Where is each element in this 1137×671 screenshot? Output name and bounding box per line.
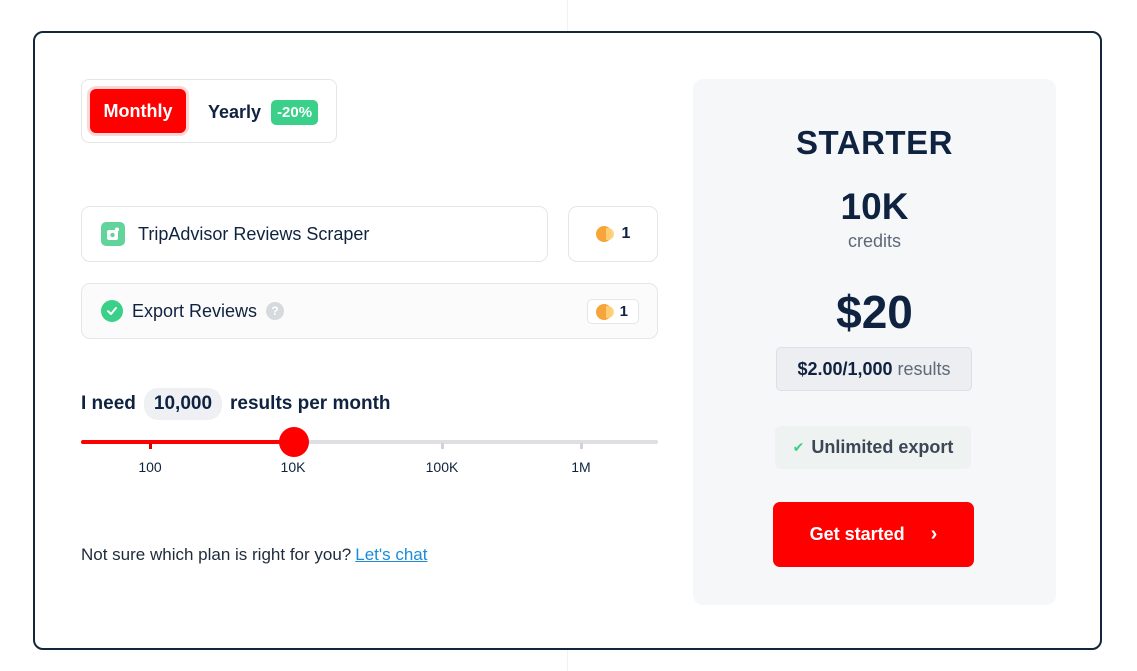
plan-price: $20 [836,286,913,338]
help-question: Not sure which plan is right for you? [81,545,352,564]
chevron-right-icon: › [930,523,938,545]
slider-tick-label: 100 [138,459,162,475]
monthly-option[interactable]: Monthly [90,89,186,133]
app-icon [101,222,125,246]
results-value[interactable]: 10,000 [143,388,223,420]
slider-tick [441,443,444,449]
yearly-option[interactable]: Yearly -20% [208,98,319,126]
chat-link[interactable]: Let's chat [355,545,427,564]
slider-thumb[interactable] [279,427,309,457]
check-circle-icon [101,300,123,322]
slider-tick-label: 1M [571,459,591,475]
check-icon: ✔ [792,439,805,455]
need-suffix: results per month [230,393,391,414]
unit-price-label: results [897,358,951,379]
plan-name: STARTER [796,124,953,161]
billing-period-toggle: Monthly Yearly -20% [81,79,337,143]
addon-credits: 1 [619,303,628,320]
actor-name: TripAdvisor Reviews Scraper [138,223,370,244]
results-need-sentence: I need 10,000 results per month [81,388,391,420]
plan-panel: STARTER 10K credits $20 $2.00/1,000 resu… [693,79,1056,605]
unit-price-value: $2.00/1,000 [797,358,893,379]
pricing-card: Monthly Yearly -20% TripAdvisor Reviews … [33,31,1102,650]
coin-icon [595,303,614,320]
actor-credits: 1 [621,225,631,242]
yearly-label: Yearly [208,101,262,122]
slider-tick [149,443,152,449]
unit-price: $2.00/1,000 results [776,347,972,391]
addon-row[interactable]: Export Reviews ? 1 [81,283,658,339]
slider-tick-label: 10K [280,459,306,475]
slider-tick [580,443,583,449]
addon-credits-pill: 1 [586,299,639,324]
plan-credits: 10K [840,186,909,227]
slider-fill [81,440,294,444]
actor-row: TripAdvisor Reviews Scraper [81,206,548,262]
actor-credits-box: 1 [568,206,658,262]
cta-label: Get started [809,524,905,544]
results-slider[interactable]: 100 10K 100K 1M [81,427,658,477]
need-prefix: I need [81,393,136,414]
coin-icon [595,226,614,242]
help-text: Not sure which plan is right for you? Let… [81,545,427,565]
discount-badge: -20% [271,99,319,125]
help-icon[interactable]: ? [266,302,285,320]
slider-tick-label: 100K [425,459,459,475]
get-started-button[interactable]: Get started › [773,502,974,567]
addon-name: Export Reviews [132,300,258,321]
feature-label: Unlimited export [811,437,954,457]
plan-credits-label: credits [847,231,901,251]
feature-badge: ✔ Unlimited export [775,426,971,469]
